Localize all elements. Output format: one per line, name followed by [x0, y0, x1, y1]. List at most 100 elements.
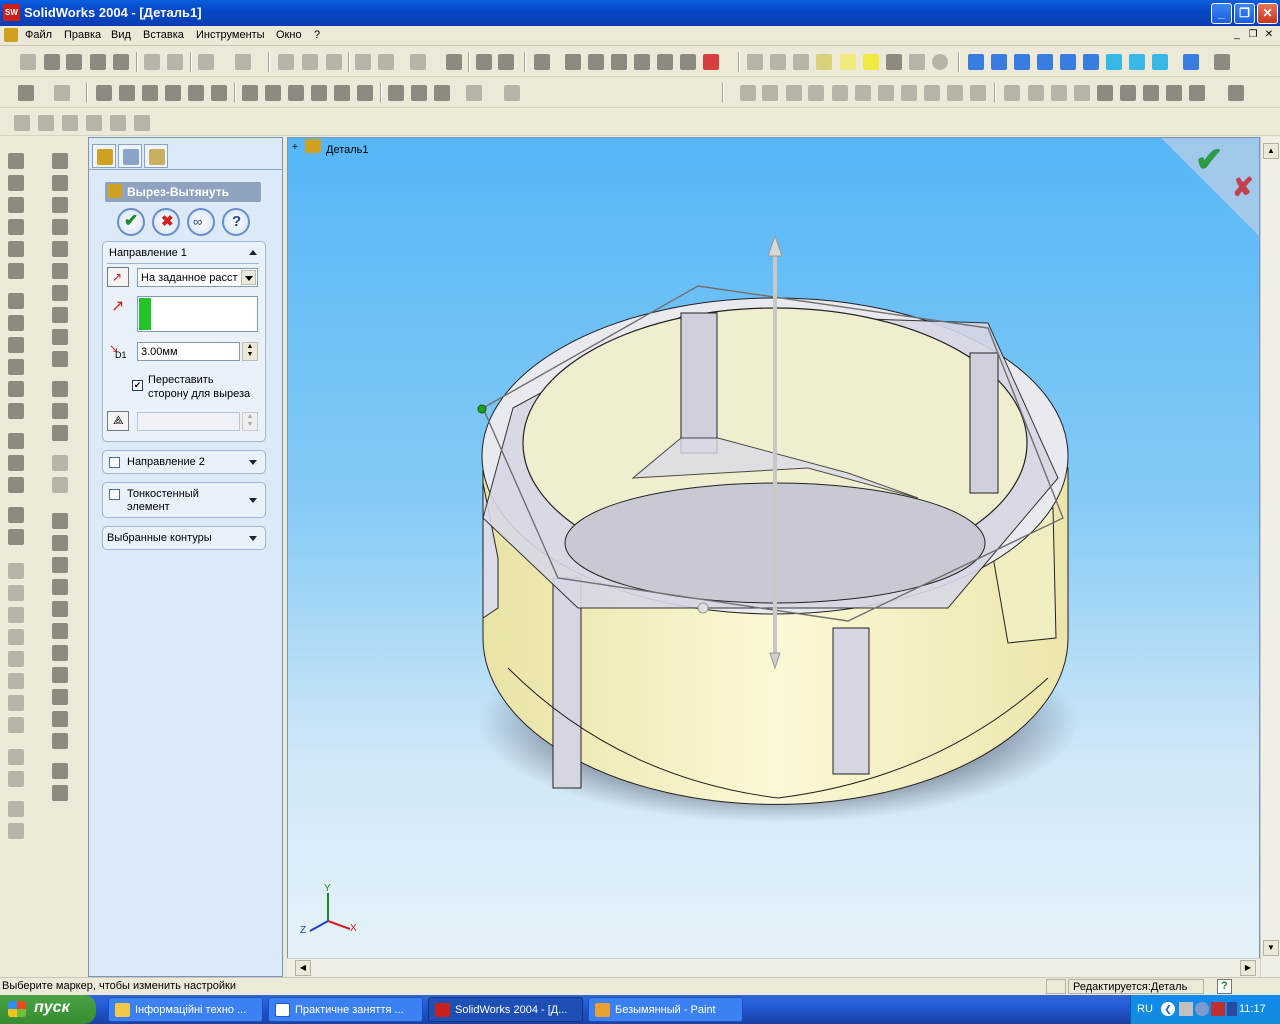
left-sketch-22-icon[interactable] [52, 645, 68, 661]
sketch-spline-icon[interactable] [878, 85, 894, 101]
maximize-button[interactable]: ❐ [1234, 3, 1255, 24]
network-icon[interactable] [1179, 1002, 1193, 1016]
sweep-boss-icon[interactable] [142, 85, 158, 101]
snap-icon[interactable] [378, 54, 394, 70]
start-button[interactable]: пуск [0, 995, 96, 1024]
expand-icon[interactable] [249, 498, 257, 503]
filter-icon[interactable] [446, 54, 462, 70]
help-icon[interactable] [476, 54, 492, 70]
perspective-icon[interactable] [909, 54, 925, 70]
status-help-icon[interactable]: ? [1217, 979, 1232, 994]
left-feature-21-icon[interactable] [8, 629, 24, 645]
reference-geometry-icon[interactable] [466, 85, 482, 101]
trimetric-view-icon[interactable] [1129, 54, 1145, 70]
left-sketch-21-icon[interactable] [52, 623, 68, 639]
left-feature-16-icon[interactable] [8, 507, 24, 523]
revolve-boss-icon[interactable] [119, 85, 135, 101]
graphics-area[interactable]: + Деталь1 ✔ ✘ Y X Z [287, 137, 1260, 959]
left-feature-15-icon[interactable] [8, 477, 24, 493]
make-drawing-icon[interactable] [90, 54, 106, 70]
redo-icon[interactable] [235, 54, 251, 70]
tray-app-icon[interactable] [1195, 1002, 1209, 1016]
left-sketch-9-icon[interactable] [52, 329, 68, 345]
doc-minimize-button[interactable]: _ [1230, 29, 1244, 42]
left-feature-24-icon[interactable] [8, 695, 24, 711]
scroll-left-button[interactable]: ◀ [295, 960, 311, 976]
left-feature-14-icon[interactable] [8, 455, 24, 471]
left-sketch-16-icon[interactable] [52, 513, 68, 529]
sketch-fillet-icon[interactable] [970, 85, 986, 101]
draft-toggle-button[interactable]: ⟁ [107, 411, 129, 431]
shell-icon[interactable] [311, 85, 327, 101]
left-feature-5-icon[interactable] [8, 241, 24, 257]
security-icon[interactable] [1211, 1002, 1225, 1016]
direction2-checkbox[interactable] [109, 457, 120, 468]
expand-icon[interactable] [249, 536, 257, 541]
left-feature-20-icon[interactable] [8, 607, 24, 623]
left-feature-13-icon[interactable] [8, 433, 24, 449]
pan-icon[interactable] [680, 54, 696, 70]
left-sketch-1-icon[interactable] [52, 153, 68, 169]
view-orientation-icon[interactable] [534, 54, 550, 70]
left-feature-10-icon[interactable] [8, 359, 24, 375]
measure-icon[interactable] [1214, 54, 1230, 70]
left-sketch-2-icon[interactable] [52, 175, 68, 191]
left-feature-7-icon[interactable] [8, 293, 24, 309]
left-sketch-12-icon[interactable] [52, 403, 68, 419]
vertical-scrollbar[interactable]: ▲ ▼ [1260, 137, 1280, 977]
doc-close-button[interactable]: ✕ [1262, 29, 1276, 42]
left-feature-6-icon[interactable] [8, 263, 24, 279]
left-feature-18-icon[interactable] [8, 563, 24, 579]
view-menu-icon[interactable] [703, 54, 719, 70]
depth-spinner[interactable]: ▲ ▼ [242, 342, 258, 361]
sketch-pattern-icon[interactable] [1120, 85, 1136, 101]
convert-entities-icon[interactable] [1074, 85, 1090, 101]
scroll-down-button[interactable]: ▼ [1263, 940, 1279, 956]
direction2-group[interactable]: Направление 2 [102, 450, 266, 474]
draft-spinner[interactable]: ▲ ▼ [242, 412, 258, 431]
left-feature-17-icon[interactable] [8, 529, 24, 545]
left-feature-3-icon[interactable] [8, 197, 24, 213]
rotate-icon[interactable] [657, 54, 673, 70]
collapse-icon[interactable] [249, 250, 257, 255]
menu-file[interactable]: Файл [25, 29, 52, 41]
menu-window[interactable]: Окно [276, 29, 302, 41]
move-sketch-icon[interactable] [1166, 85, 1182, 101]
sketch-tools-icon[interactable] [18, 85, 34, 101]
tool-1-icon[interactable] [14, 115, 30, 131]
shaded-edges-icon[interactable] [816, 54, 832, 70]
dimetric-view-icon[interactable] [1152, 54, 1168, 70]
top-view-icon[interactable] [1060, 54, 1076, 70]
left-sketch-6-icon[interactable] [52, 263, 68, 279]
taskbar-item-paint[interactable]: Безымянный - Paint [588, 997, 743, 1022]
zoom-selection-icon[interactable] [634, 54, 650, 70]
extrude-cut-icon[interactable] [188, 85, 204, 101]
cancel-button[interactable]: ✖ [152, 208, 180, 236]
left-sketch-24-icon[interactable] [52, 689, 68, 705]
print-icon[interactable] [144, 54, 160, 70]
sketch-centerline-icon[interactable] [924, 85, 940, 101]
clock[interactable]: 11:17 [1239, 1003, 1266, 1015]
left-sketch-3-icon[interactable] [52, 197, 68, 213]
menu-edit[interactable]: Правка [64, 29, 101, 41]
back-view-icon[interactable] [991, 54, 1007, 70]
left-feature-28-icon[interactable] [8, 801, 24, 817]
left-feature-4-icon[interactable] [8, 219, 24, 235]
left-sketch-13-icon[interactable] [52, 425, 68, 441]
tool-3-icon[interactable] [62, 115, 78, 131]
left-feature-12-icon[interactable] [8, 403, 24, 419]
taskbar-item-word[interactable]: Практичне заняття ... [268, 997, 423, 1022]
hidden-removed-icon[interactable] [793, 54, 809, 70]
shaded-icon[interactable] [840, 54, 856, 70]
left-feature-8-icon[interactable] [8, 315, 24, 331]
horizontal-scrollbar[interactable]: ◀ ▶ [287, 958, 1260, 977]
sketch-icon[interactable] [302, 54, 318, 70]
hidden-gray-icon[interactable] [770, 54, 786, 70]
doc-restore-button[interactable]: ❐ [1246, 29, 1260, 42]
document-icon[interactable] [4, 28, 18, 42]
whats-this-icon[interactable] [498, 54, 514, 70]
sketch-relation-icon[interactable] [740, 85, 756, 101]
left-sketch-28-icon[interactable] [52, 785, 68, 801]
tab-configuration-manager[interactable] [144, 144, 168, 168]
draft-icon[interactable] [334, 85, 350, 101]
